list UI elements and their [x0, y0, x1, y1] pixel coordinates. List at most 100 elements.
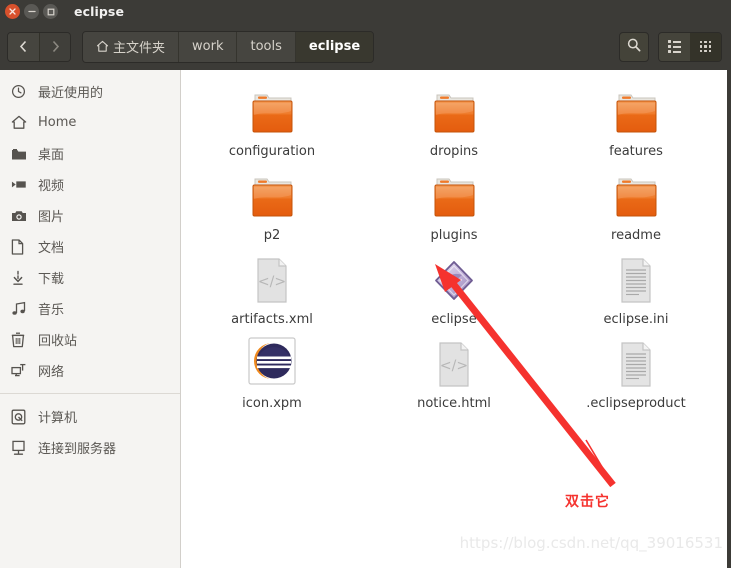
file-item[interactable]: </> notice.html — [363, 334, 545, 411]
search-button[interactable] — [619, 31, 649, 62]
list-view-icon — [668, 40, 681, 53]
computer-icon — [11, 409, 33, 425]
forward-button[interactable] — [39, 32, 70, 61]
file-item[interactable]: features — [545, 82, 727, 159]
sidebar-item-label: 图片 — [38, 210, 65, 225]
code-file-icon: </> — [251, 254, 293, 306]
sidebar-item-label: 计算机 — [38, 411, 78, 426]
eclipse-logo-image-icon — [245, 337, 299, 390]
sidebar-item-label: 网络 — [38, 365, 65, 380]
close-icon[interactable] — [5, 4, 20, 19]
file-name: features — [609, 144, 663, 159]
sidebar-item-label: 回收站 — [38, 334, 78, 349]
breadcrumb-label: work — [192, 39, 224, 54]
svg-text:</>: </> — [440, 358, 468, 374]
breadcrumb-label: 主文件夹 — [113, 41, 166, 56]
folder-icon — [609, 86, 663, 138]
breadcrumb-item-eclipse[interactable]: eclipse — [295, 31, 374, 62]
code-file-icon: </> — [433, 338, 475, 390]
folder-icon — [245, 86, 299, 138]
sidebar-item-label: 最近使用的 — [38, 86, 104, 101]
sidebar-item-network[interactable]: 网络 — [0, 355, 180, 386]
file-item-eclipse-executable[interactable]: eclipse — [363, 250, 545, 327]
camera-icon — [11, 209, 33, 223]
file-name: artifacts.xml — [231, 312, 313, 327]
file-item[interactable]: p2 — [181, 166, 363, 243]
file-name: icon.xpm — [242, 396, 302, 411]
sidebar-item-home[interactable]: Home — [0, 107, 180, 138]
search-icon — [626, 37, 642, 57]
file-item[interactable]: dropins — [363, 82, 545, 159]
sidebar-item-pictures[interactable]: 图片 — [0, 200, 180, 231]
title-bar: eclipse — [0, 0, 731, 23]
breadcrumb-label: eclipse — [308, 39, 361, 54]
folder-icon — [11, 147, 33, 161]
breadcrumb-item-tools[interactable]: tools — [237, 31, 296, 62]
text-file-icon — [615, 338, 657, 390]
sidebar-item-label: 桌面 — [38, 148, 65, 163]
sidebar-item-videos[interactable]: 视频 — [0, 169, 180, 200]
file-item[interactable]: .eclipseproduct — [545, 334, 727, 411]
list-view-button[interactable] — [659, 32, 690, 61]
file-item[interactable]: eclipse.ini — [545, 250, 727, 327]
svg-text:</>: </> — [258, 274, 286, 290]
eclipse-diamond-icon — [429, 254, 479, 306]
file-name: readme — [611, 228, 661, 243]
file-item[interactable]: plugins — [363, 166, 545, 243]
file-name: plugins — [430, 228, 478, 243]
view-mode-group — [658, 31, 722, 62]
sidebar-item-downloads[interactable]: 下载 — [0, 262, 180, 293]
file-name: eclipse — [431, 312, 477, 327]
sidebar-divider — [0, 393, 180, 394]
maximize-icon[interactable] — [43, 4, 58, 19]
sidebar-item-documents[interactable]: 文档 — [0, 231, 180, 262]
sidebar-item-label: 视频 — [38, 179, 65, 194]
sidebar-item-connect-to-server[interactable]: 连接到服务器 — [0, 432, 180, 463]
file-name: notice.html — [417, 396, 491, 411]
clock-icon — [11, 84, 33, 99]
file-name: .eclipseproduct — [586, 396, 686, 411]
navigation-buttons — [7, 31, 71, 62]
toolbar-right-group — [619, 31, 722, 62]
window-title: eclipse — [74, 4, 125, 19]
grid-view-button[interactable] — [690, 32, 721, 61]
file-name: p2 — [263, 228, 281, 243]
sidebar-item-label: 连接到服务器 — [38, 442, 117, 457]
file-name: configuration — [228, 144, 316, 159]
back-button[interactable] — [8, 32, 39, 61]
sidebar-item-recent[interactable]: 最近使用的 — [0, 76, 180, 107]
folder-icon — [427, 86, 481, 138]
home-icon — [11, 115, 33, 130]
file-manager-window: eclipse 主文件夹 work tools eclipse 最近使用的 Ho… — [0, 0, 731, 568]
sidebar-item-computer[interactable]: 计算机 — [0, 401, 180, 432]
file-item[interactable]: icon.xpm — [181, 334, 363, 411]
trash-icon — [11, 332, 33, 348]
sidebar-item-label: 文档 — [38, 241, 65, 256]
breadcrumb-item-home[interactable]: 主文件夹 — [83, 31, 180, 62]
folder-icon — [609, 170, 663, 222]
toolbar: 主文件夹 work tools eclipse — [0, 23, 731, 70]
sidebar-item-music[interactable]: 音乐 — [0, 293, 180, 324]
document-icon — [11, 238, 33, 255]
breadcrumb-label: tools — [250, 39, 282, 54]
music-icon — [11, 301, 33, 316]
sidebar-item-label: Home — [38, 115, 77, 130]
minimize-icon[interactable] — [24, 4, 39, 19]
file-item[interactable]: </> artifacts.xml — [181, 250, 363, 327]
file-list-area[interactable]: configuration dropins features p2 plugin… — [181, 70, 731, 568]
network-icon — [11, 363, 33, 378]
file-item[interactable]: configuration — [181, 82, 363, 159]
window-controls — [5, 4, 58, 19]
window-body: 最近使用的 Home 桌面 视频 图片 文档 下载 音乐 回收站 网络 计算机 … — [0, 70, 731, 568]
folder-icon — [245, 170, 299, 222]
download-icon — [11, 270, 33, 286]
sidebar: 最近使用的 Home 桌面 视频 图片 文档 下载 音乐 回收站 网络 计算机 … — [0, 70, 181, 568]
file-name: dropins — [429, 144, 479, 159]
breadcrumb-item-work[interactable]: work — [179, 31, 238, 62]
file-item[interactable]: readme — [545, 166, 727, 243]
text-file-icon — [615, 254, 657, 306]
sidebar-item-trash[interactable]: 回收站 — [0, 324, 180, 355]
server-icon — [11, 440, 33, 456]
sidebar-item-desktop[interactable]: 桌面 — [0, 138, 180, 169]
folder-icon — [427, 170, 481, 222]
